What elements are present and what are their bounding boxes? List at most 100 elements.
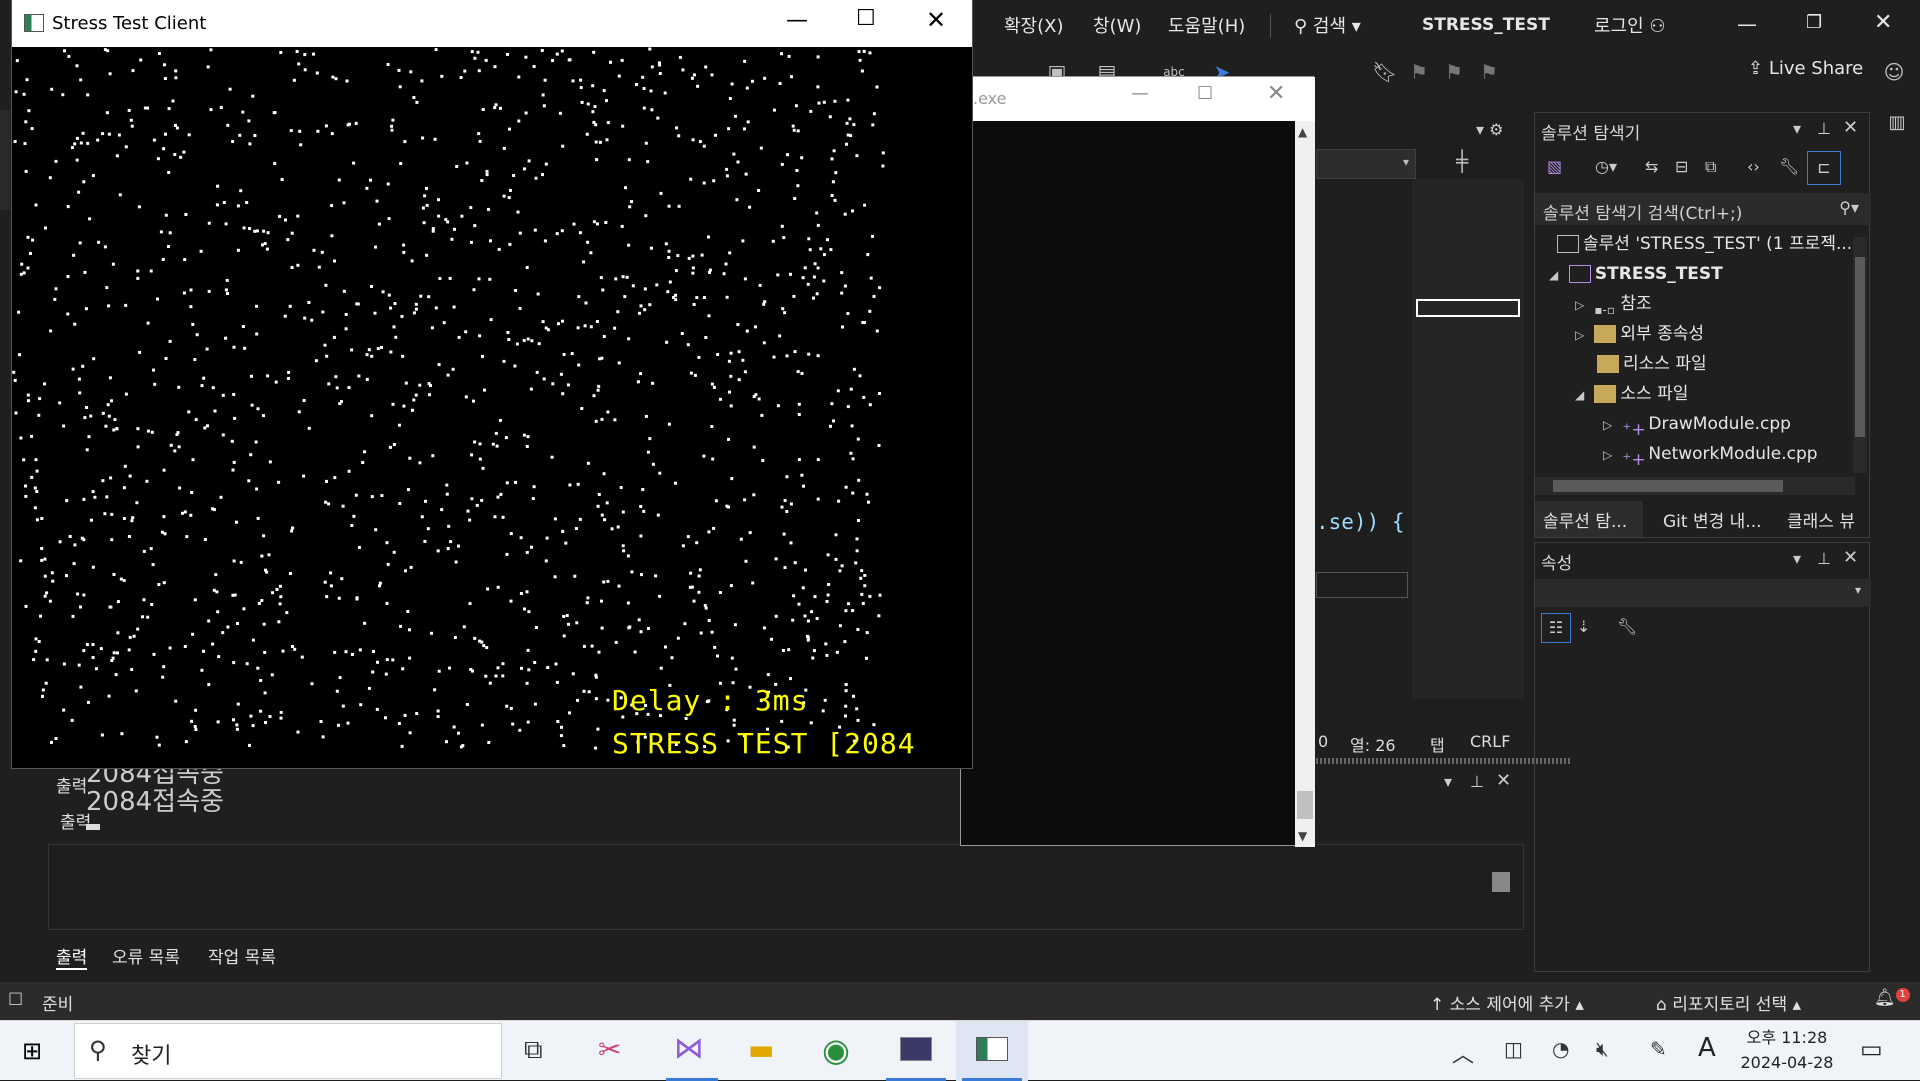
tree-row-source-files[interactable]: ◢ 소스 파일 — [1535, 379, 1853, 409]
crlf-indicator[interactable]: CRLF — [1470, 732, 1510, 751]
tab-solution-explorer[interactable]: 솔루션 탐... — [1535, 501, 1643, 537]
client-close-button[interactable]: ✕ — [926, 6, 946, 34]
panel-close-icon[interactable]: ✕ — [1843, 117, 1858, 138]
vs-close-button[interactable]: ✕ — [1874, 10, 1892, 35]
panel-dropdown-icon[interactable]: ▾ — [1793, 549, 1801, 568]
tree-row-resource-files[interactable]: 리소스 파일 — [1535, 349, 1853, 379]
column-indicator[interactable]: 열: 26 — [1350, 732, 1396, 756]
meet-now-icon[interactable]: ◫ — [1504, 1037, 1523, 1061]
tree-row-drawmodule[interactable]: ▷ ⁺+ DrawModule.cpp — [1535, 409, 1853, 440]
collapse-all-icon[interactable]: ⊟ — [1675, 157, 1688, 176]
panel-dropdown-icon[interactable]: ▾ — [1793, 119, 1801, 138]
bookmark-next-icon[interactable]: ⚑ — [1442, 60, 1466, 84]
pin-icon[interactable]: ⊥ — [1817, 549, 1831, 568]
action-center-icon[interactable]: ▭ — [1860, 1035, 1883, 1063]
wifi-icon[interactable]: ◔ — [1552, 1037, 1569, 1061]
preview-selected-icon[interactable]: ⊏ — [1807, 151, 1841, 185]
client-minimize-button[interactable]: — — [786, 8, 808, 33]
feedback-icon[interactable]: ☺ — [1882, 60, 1906, 84]
find-box[interactable] — [1316, 572, 1408, 598]
tree-vertical-scrollbar[interactable] — [1853, 237, 1867, 473]
show-all-files-icon[interactable]: ⧉ — [1705, 157, 1716, 177]
menu-window[interactable]: 창(W) — [1093, 12, 1141, 38]
vs-search-button[interactable]: ⚲ 검색 ▾ — [1294, 12, 1361, 38]
tab-error-list[interactable]: 오류 목록 — [112, 943, 180, 968]
alphabetical-icon[interactable]: ⇣ — [1577, 617, 1590, 636]
code-view-icon[interactable]: ‹› — [1747, 157, 1760, 176]
tab-task-list[interactable]: 작업 목록 — [208, 943, 276, 968]
bookmark-icon[interactable]: 🔖︎ — [1372, 60, 1397, 84]
visual-studio-taskbar-button[interactable]: ⋈ — [660, 1021, 724, 1081]
add-source-control-button[interactable]: ↑ 소스 제어에 추가 ▴ — [1430, 990, 1584, 1015]
tree-row-references[interactable]: ▷ ▪-▫ 참조 — [1535, 289, 1853, 319]
tray-overflow-icon[interactable]: ︿ — [1452, 1037, 1474, 1069]
collapse-arrow-icon[interactable]: ▷ — [1603, 440, 1617, 470]
pin-icon[interactable]: ⊥ — [1817, 119, 1831, 138]
output-status-icon[interactable]: ☐ — [8, 990, 23, 1010]
file-explorer-icon[interactable]: ▬ — [748, 1033, 774, 1066]
stress-client-taskbar-button[interactable] — [956, 1021, 1028, 1081]
right-dock-icon[interactable]: ▥ — [1874, 112, 1920, 152]
collapse-arrow-icon[interactable]: ▷ — [1575, 320, 1589, 350]
live-share-button[interactable]: ⇪ Live Share — [1748, 58, 1863, 79]
left-dock-tab[interactable] — [0, 110, 10, 210]
history-icon[interactable]: ◷▾ — [1595, 157, 1617, 176]
tree-row-external-deps[interactable]: ▷ 외부 종속성 — [1535, 319, 1853, 349]
task-view-icon[interactable]: ⧉ — [524, 1035, 543, 1066]
vs-switch-view-icon[interactable]: ▧ — [1547, 157, 1562, 176]
client-maximize-button[interactable]: ☐ — [856, 6, 876, 31]
minimap-viewport[interactable] — [1416, 299, 1520, 317]
console-titlebar[interactable]: .exe — ☐ ✕ — [961, 77, 1315, 121]
editor-nav-dropdown[interactable]: ▾ — [1316, 149, 1416, 179]
tab-indicator[interactable]: 탭 — [1430, 732, 1445, 756]
editor-settings-icon[interactable]: ▾ ⚙ — [1476, 120, 1503, 139]
bookmark-clear-icon[interactable]: ⚑ — [1477, 60, 1501, 84]
snipping-tool-icon[interactable]: ✂ — [598, 1033, 621, 1066]
panel-close-icon[interactable]: ✕ — [1496, 770, 1511, 791]
output-vertical-scrollbar[interactable] — [1492, 848, 1510, 918]
collapse-arrow-icon[interactable]: ▷ — [1603, 410, 1617, 440]
menu-help[interactable]: 도움말(H) — [1168, 12, 1245, 38]
windows-start-icon[interactable]: ⊞ — [22, 1037, 42, 1065]
select-repository-button[interactable]: ⌂ 리포지토리 선택 ▴ — [1656, 990, 1801, 1015]
volume-muted-icon[interactable]: 🔇︎ — [1596, 1037, 1609, 1061]
taskbar-search-box[interactable]: ⚲ 찾기 — [74, 1023, 502, 1079]
categorized-icon[interactable]: ☷ — [1541, 613, 1571, 643]
ime-indicator[interactable]: A — [1698, 1033, 1716, 1063]
chrome-icon[interactable]: ◉ — [822, 1031, 850, 1069]
pen-icon[interactable]: ✎ — [1650, 1037, 1667, 1061]
terminal-taskbar-button[interactable] — [880, 1021, 952, 1081]
menu-extensions[interactable]: 확장(X) — [1004, 12, 1064, 38]
split-icon[interactable]: ╪ — [1456, 149, 1480, 179]
vs-minimize-button[interactable]: — — [1737, 12, 1757, 36]
expand-arrow-icon[interactable]: ◢ — [1575, 380, 1589, 410]
tree-row-solution[interactable]: 솔루션 'STRESS_TEST' (1 프로젝... — [1535, 229, 1853, 259]
tree-row-project[interactable]: ◢ STRESS_TEST — [1535, 259, 1853, 289]
panel-dropdown-icon[interactable]: ▾ — [1444, 772, 1452, 791]
collapse-arrow-icon[interactable]: ▷ — [1575, 290, 1589, 320]
console-minimize-button[interactable]: — — [1131, 83, 1149, 104]
editor-area[interactable]: ▾ ╪ .se)) { 0 열: 26 탭 CRLF — [1316, 94, 1534, 756]
properties-wrench-icon[interactable]: 🔧︎ — [1779, 157, 1799, 176]
minimap[interactable] — [1412, 179, 1524, 699]
tab-class-view[interactable]: 클래스 뷰 — [1787, 507, 1855, 532]
tree-row-networkmodule[interactable]: ▷ ⁺+ NetworkModule.cpp — [1535, 439, 1853, 470]
panel-close-icon[interactable]: ✕ — [1843, 547, 1858, 568]
console-close-button[interactable]: ✕ — [1267, 81, 1285, 106]
vs-restore-button[interactable]: ❐ — [1806, 12, 1822, 33]
sync-icon[interactable]: ⇆ — [1645, 157, 1658, 176]
client-titlebar[interactable]: Stress Test Client — ☐ ✕ — [12, 0, 972, 47]
expand-arrow-icon[interactable]: ◢ — [1549, 260, 1563, 290]
taskbar-clock[interactable]: 오후 11:28 2024-04-28 — [1732, 1025, 1842, 1077]
property-pages-icon[interactable]: 🔧︎ — [1617, 617, 1637, 636]
solution-search-input[interactable]: 솔루션 탐색기 검색(Ctrl+;) ⚲▾ — [1535, 193, 1871, 225]
tab-output[interactable]: 출력 — [56, 943, 88, 970]
console-maximize-button[interactable]: ☐ — [1197, 83, 1213, 104]
properties-object-select[interactable]: ▾ — [1535, 579, 1871, 607]
bookmark-prev-icon[interactable]: ⚑ — [1407, 60, 1431, 84]
tab-git-changes[interactable]: Git 변경 내... — [1663, 507, 1762, 532]
tree-horizontal-scrollbar[interactable] — [1535, 477, 1855, 495]
login-button[interactable]: 로그인 ⚇ — [1594, 12, 1666, 38]
notifications-icon[interactable]: 🔔︎ 1 — [1874, 988, 1910, 1008]
pin-icon[interactable]: ⊥ — [1470, 772, 1484, 791]
